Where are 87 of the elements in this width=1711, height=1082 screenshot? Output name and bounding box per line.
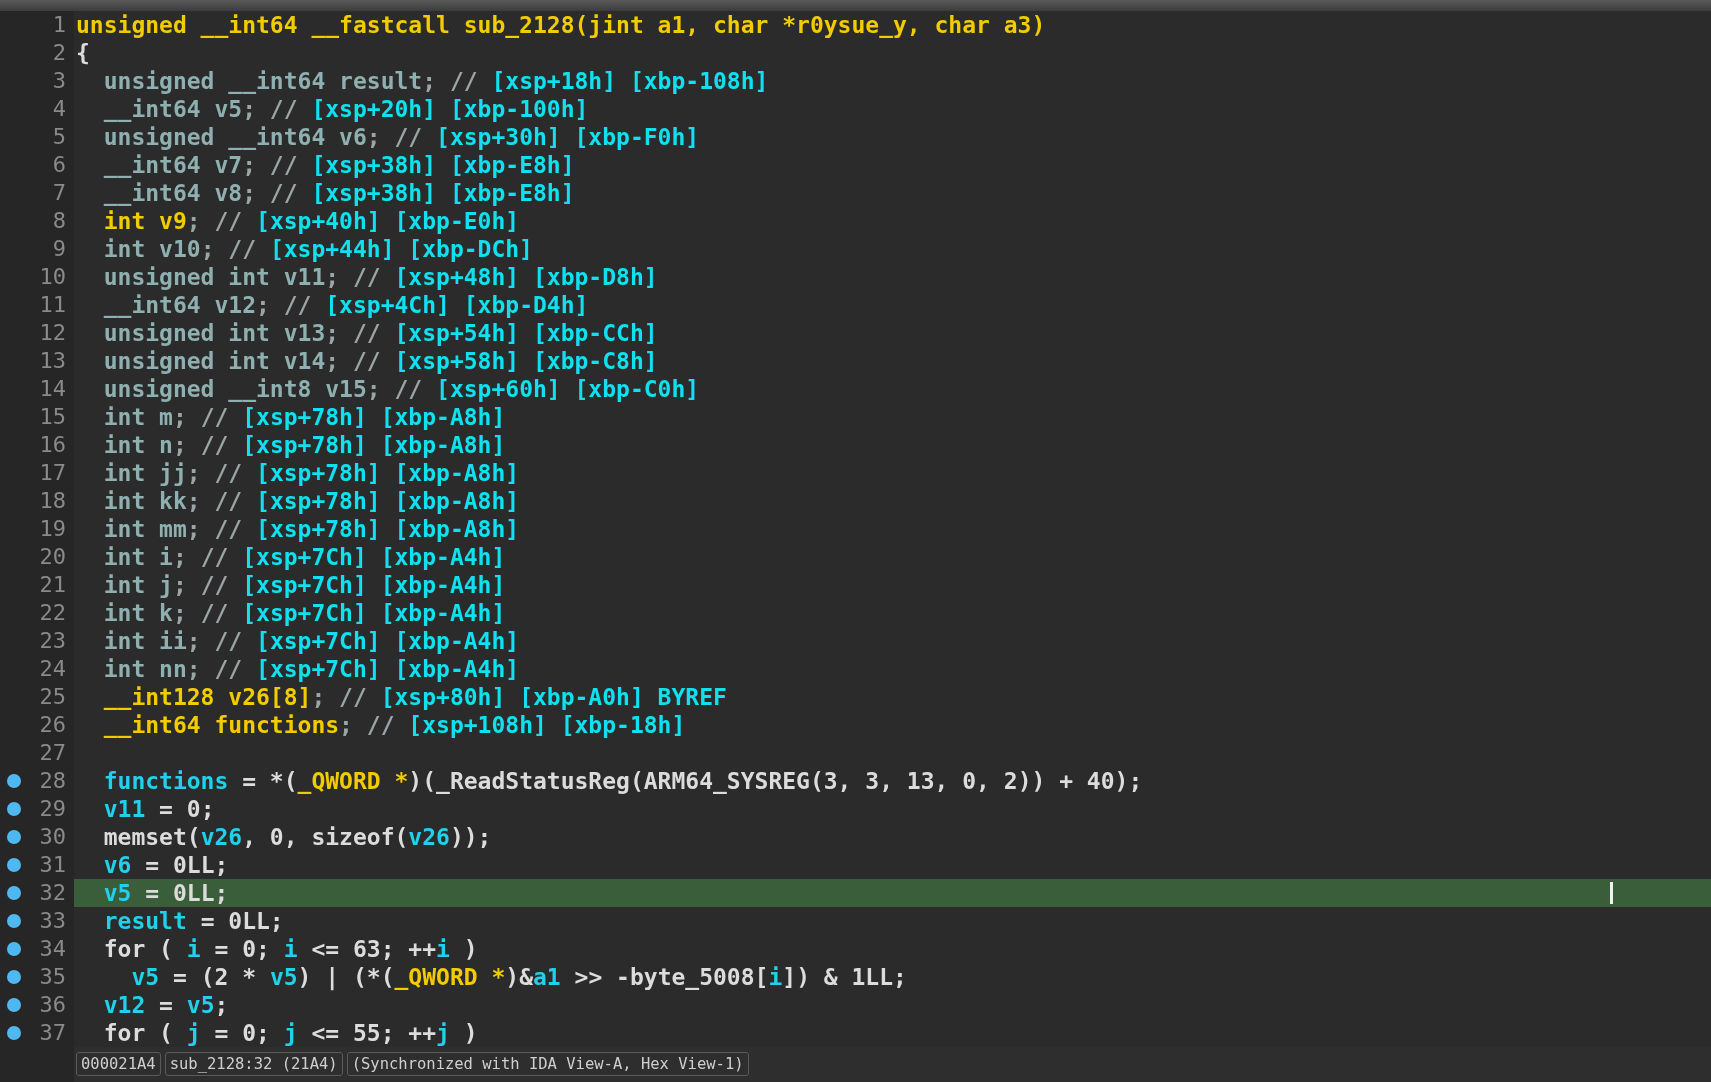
line-number: 18 bbox=[39, 487, 66, 515]
line-number: 28 bbox=[39, 767, 66, 795]
code-line: int j; // [xsp+7Ch] [xbp-A4h] bbox=[102, 572, 506, 598]
line-number: 17 bbox=[39, 459, 66, 487]
line-number: 37 bbox=[39, 1019, 66, 1047]
breakpoint-icon[interactable] bbox=[7, 830, 21, 844]
code-line: int ii; // [xsp+7Ch] [xbp-A4h] bbox=[102, 628, 520, 654]
line-number: 1 bbox=[52, 11, 66, 39]
code-line: int v10; // [xsp+44h] [xbp-DCh] bbox=[102, 236, 533, 262]
line-number: 2 bbox=[52, 39, 66, 67]
code-line: __int64 v12; // [xsp+4Ch] [xbp-D4h] bbox=[102, 292, 589, 318]
line-number: 3 bbox=[52, 67, 66, 95]
line-number: 22 bbox=[39, 599, 66, 627]
line-number: 8 bbox=[52, 207, 66, 235]
code-line: int k; // [xsp+7Ch] [xbp-A4h] bbox=[102, 600, 506, 626]
line-number: 12 bbox=[39, 319, 66, 347]
code-line: __int64 functions; // [xsp+108h] [xbp-18h] bbox=[102, 712, 686, 738]
breakpoint-icon[interactable] bbox=[7, 774, 21, 788]
line-number: 29 bbox=[39, 795, 66, 823]
breakpoint-icon[interactable] bbox=[7, 858, 21, 872]
code-line: __int64 v7; // [xsp+38h] [xbp-E8h] bbox=[102, 152, 575, 178]
line-number: 13 bbox=[39, 347, 66, 375]
code-line: unsigned __int64 v6; // [xsp+30h] [xbp-F0h] bbox=[102, 124, 700, 150]
code-line: int jj; // [xsp+78h] [xbp-A8h] bbox=[102, 460, 520, 486]
breakpoint-icon[interactable] bbox=[7, 998, 21, 1012]
breakpoint-icon[interactable] bbox=[7, 1026, 21, 1040]
line-number: 15 bbox=[39, 403, 66, 431]
line-number: 31 bbox=[39, 851, 66, 879]
code-line: unsigned __int64 result; // [xsp+18h] [xbp-108h] bbox=[102, 68, 769, 94]
line-number: 24 bbox=[39, 655, 66, 683]
line-number: 16 bbox=[39, 431, 66, 459]
code-line: v6 = 0LL; bbox=[102, 852, 229, 878]
code-line: int kk; // [xsp+78h] [xbp-A8h] bbox=[102, 488, 520, 514]
line-number: 7 bbox=[52, 179, 66, 207]
line-number: 23 bbox=[39, 627, 66, 655]
breakpoint-icon[interactable] bbox=[7, 942, 21, 956]
code-line: unsigned __int64 __fastcall sub_2128(jint a1, char *r0ysue_y, char a3) bbox=[76, 12, 1046, 38]
line-number: 20 bbox=[39, 543, 66, 571]
code-line: for ( j = 0; j <= 55; ++j ) bbox=[102, 1020, 478, 1046]
code-line: v5 = 0LL; bbox=[102, 880, 229, 906]
code-line: v12 = v5; bbox=[102, 992, 229, 1018]
line-number: 30 bbox=[39, 823, 66, 851]
code-line: unsigned __int8 v15; // [xsp+60h] [xbp-C0h] bbox=[102, 376, 700, 402]
code-line: unsigned int v11; // [xsp+48h] [xbp-D8h] bbox=[102, 264, 658, 290]
code-line: { bbox=[76, 40, 90, 66]
code-line: int nn; // [xsp+7Ch] [xbp-A4h] bbox=[102, 656, 520, 682]
breakpoint-icon[interactable] bbox=[7, 886, 21, 900]
code-line: __int128 v26[8]; // [xsp+80h] [xbp-A0h] BYREF bbox=[102, 684, 727, 710]
line-number: 4 bbox=[52, 95, 66, 123]
breakpoint-icon[interactable] bbox=[7, 970, 21, 984]
line-number: 33 bbox=[39, 907, 66, 935]
status-field: sub_2128:32 (21A4) bbox=[164, 1052, 343, 1076]
line-number: 25 bbox=[39, 683, 66, 711]
code-line: result = 0LL; bbox=[102, 908, 284, 934]
code-line: memset(v26, 0, sizeof(v26)); bbox=[102, 824, 492, 850]
code-line: int m; // [xsp+78h] [xbp-A8h] bbox=[102, 404, 506, 430]
status-field: 000021A4 bbox=[76, 1052, 161, 1076]
line-number: 35 bbox=[39, 963, 66, 991]
line-number: 34 bbox=[39, 935, 66, 963]
line-number: 14 bbox=[39, 375, 66, 403]
status-field: (Synchronized with IDA View-A, Hex View-1) bbox=[346, 1052, 749, 1076]
text-cursor bbox=[1610, 882, 1613, 904]
breakpoint-icon[interactable] bbox=[7, 914, 21, 928]
line-number: 19 bbox=[39, 515, 66, 543]
line-number: 32 bbox=[39, 879, 66, 907]
line-number: 36 bbox=[39, 991, 66, 1019]
line-number: 26 bbox=[39, 711, 66, 739]
code-line: int mm; // [xsp+78h] [xbp-A8h] bbox=[102, 516, 520, 542]
code-line: functions = *(_QWORD *)(_ReadStatusReg(ARM64_SYSREG(3, 3, 13, 0, 2)) + 40); bbox=[102, 768, 1143, 794]
code-line: unsigned int v13; // [xsp+54h] [xbp-CCh] bbox=[102, 320, 658, 346]
code-line: __int64 v8; // [xsp+38h] [xbp-E8h] bbox=[102, 180, 575, 206]
code-line: unsigned int v14; // [xsp+58h] [xbp-C8h] bbox=[102, 348, 658, 374]
line-number: 11 bbox=[39, 291, 66, 319]
code-line: int v9; // [xsp+40h] [xbp-E0h] bbox=[102, 208, 520, 234]
line-number: 10 bbox=[39, 263, 66, 291]
code-line: int i; // [xsp+7Ch] [xbp-A4h] bbox=[102, 544, 506, 570]
code-line: v5 = (2 * v5) | (*(_QWORD *)&a1 >> -byte_5008[i]) & 1LL; bbox=[130, 964, 907, 990]
line-number: 9 bbox=[52, 235, 66, 263]
breakpoint-icon[interactable] bbox=[7, 802, 21, 816]
line-number: 6 bbox=[52, 151, 66, 179]
line-number: 21 bbox=[39, 571, 66, 599]
line-number: 27 bbox=[39, 739, 66, 767]
code-line: for ( i = 0; i <= 63; ++i ) bbox=[102, 936, 478, 962]
code-line: v11 = 0; bbox=[102, 796, 215, 822]
line-number: 5 bbox=[52, 123, 66, 151]
code-line: int n; // [xsp+78h] [xbp-A8h] bbox=[102, 432, 506, 458]
code-line: __int64 v5; // [xsp+20h] [xbp-100h] bbox=[102, 96, 589, 122]
